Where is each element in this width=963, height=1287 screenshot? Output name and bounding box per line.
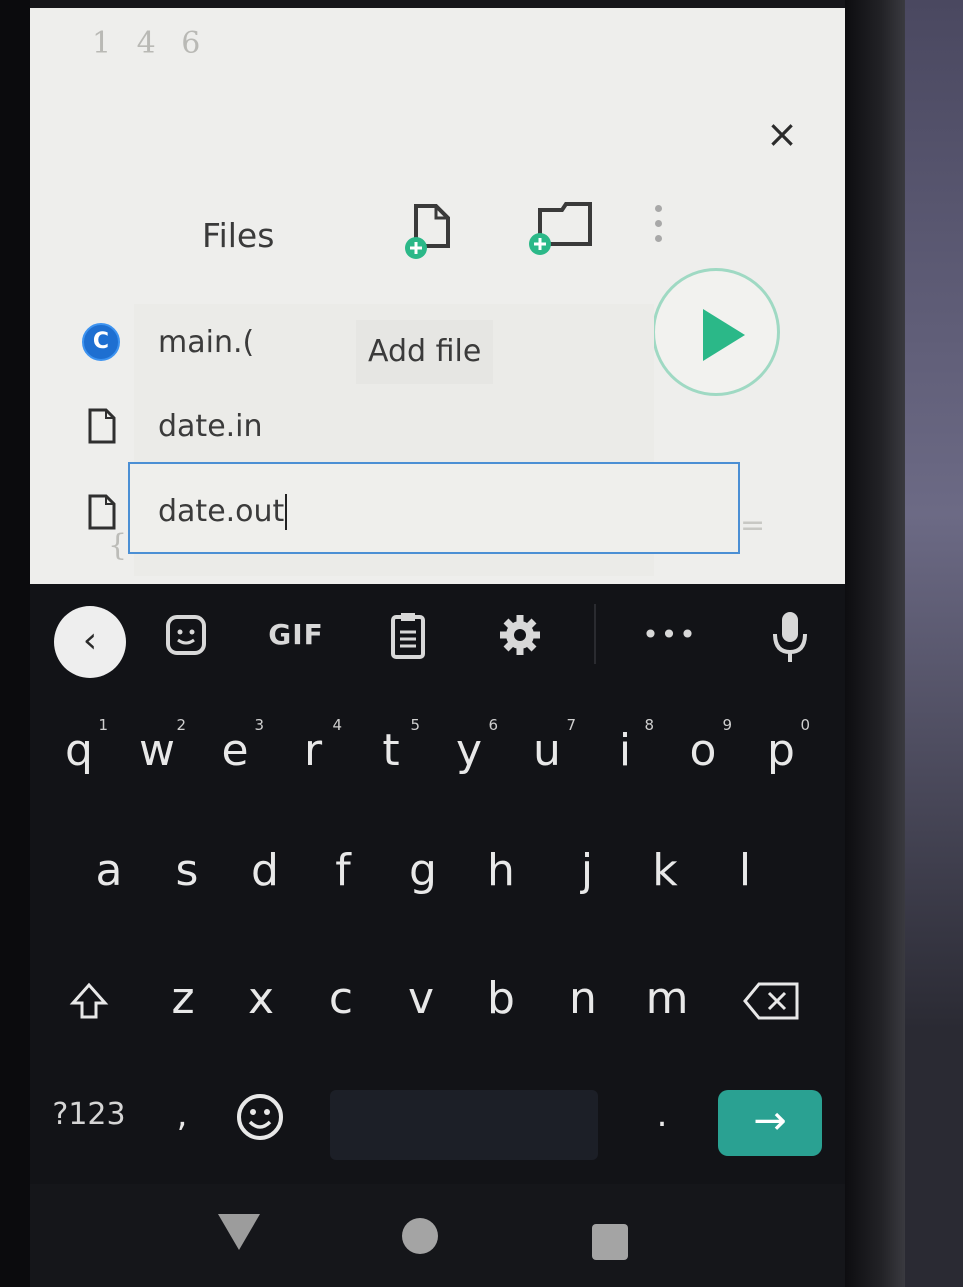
add-folder-icon [529,202,592,255]
play-icon [703,309,745,361]
key-l[interactable]: l [710,816,780,926]
toolbar-back-button[interactable]: ‹ [54,606,126,678]
key-b[interactable]: b [466,944,536,1054]
c-language-icon: C [82,323,120,361]
file-name: date.in [158,408,263,444]
close-button[interactable]: × [758,110,806,158]
phone-screen: 1 4 6 × Files C main.(Add file date.in … [30,8,845,1287]
key-x[interactable]: x [226,944,296,1054]
key-h[interactable]: h [466,816,536,926]
line-numbers: 1 4 6 [92,26,209,61]
key-i[interactable]: i8 [590,696,660,806]
file-name-editing: date.out [158,493,288,531]
key-m[interactable]: m [632,944,702,1054]
shift-key[interactable] [54,944,124,1054]
phone-bezel-right [845,0,905,1287]
key-a[interactable]: a [74,816,144,926]
enter-key[interactable]: → [718,1090,822,1156]
code-marker: = [740,508,766,543]
file-icon [88,408,116,444]
space-key[interactable] [330,1090,598,1160]
key-n[interactable]: n [548,944,618,1054]
comma-key[interactable]: , [162,1060,202,1170]
text-caret [285,494,288,531]
sticker-icon[interactable] [162,608,210,662]
key-r[interactable]: r4 [278,696,348,806]
microphone-icon[interactable] [766,608,814,662]
photo-frame: 1 4 6 × Files C main.(Add file date.in … [0,0,963,1287]
system-nav-bar [30,1184,845,1287]
more-options-icon[interactable] [647,200,669,254]
key-row-2: a s d f g h j k l [30,816,845,936]
key-j[interactable]: j [552,816,622,926]
emoji-icon [237,1094,283,1140]
key-t[interactable]: t5 [356,696,426,806]
key-c[interactable]: c [306,944,376,1054]
code-editor-app: 1 4 6 × Files C main.(Add file date.in … [30,8,845,584]
nav-home-icon[interactable] [402,1218,438,1254]
key-e[interactable]: e3 [200,696,270,806]
emoji-key[interactable] [230,1060,290,1170]
keyboard-toolbar: ‹ GIF ••• [30,584,845,686]
key-row-3: z x c v b n m [30,944,845,1064]
soft-keyboard: ‹ GIF ••• q1 w2 e3 r 4 t 5 y 6 u 7 i 8 o… [30,584,845,1184]
key-z[interactable]: z [148,944,218,1054]
key-q[interactable]: q1 [44,696,114,806]
key-y[interactable]: y6 [434,696,504,806]
file-item-date-in[interactable]: date.in [30,392,550,460]
shift-icon [69,982,109,1019]
nav-back-icon[interactable] [218,1214,260,1250]
gear-icon[interactable] [494,608,546,662]
add-file-button[interactable] [402,200,458,264]
add-file-icon [405,204,450,259]
add-file-tooltip: Add file [356,320,494,384]
gif-button[interactable]: GIF [266,608,326,662]
more-tools-button[interactable]: ••• [642,608,698,662]
key-w[interactable]: w2 [122,696,192,806]
key-s[interactable]: s [152,816,222,926]
clipboard-icon[interactable] [384,608,432,662]
symbols-key[interactable]: ?123 [44,1060,134,1170]
key-d[interactable]: d [230,816,300,926]
key-g[interactable]: g [388,816,458,926]
background-wall [905,0,963,1287]
key-v[interactable]: v [386,944,456,1054]
period-key[interactable]: . [642,1060,682,1170]
file-icon [88,494,116,530]
backspace-key[interactable] [732,944,812,1054]
file-name-text: date.out [158,493,285,529]
key-k[interactable]: k [630,816,700,926]
key-p[interactable]: p0 [746,696,816,806]
key-row-1: q1 w2 e3 r4 t5 y6 u7 i8 o9 p0 [30,696,845,816]
files-title: Files [202,216,275,255]
backspace-icon [743,982,799,1020]
add-folder-button[interactable] [526,198,596,258]
nav-recents-icon[interactable] [592,1224,628,1260]
run-button[interactable] [652,268,780,396]
phone-bezel-left [0,0,30,1287]
code-brace: { [108,528,128,563]
key-o[interactable]: o9 [668,696,738,806]
toolbar-divider [594,604,596,664]
key-f[interactable]: f [308,816,378,926]
key-u[interactable]: u7 [512,696,582,806]
file-name: main.( [158,324,255,360]
